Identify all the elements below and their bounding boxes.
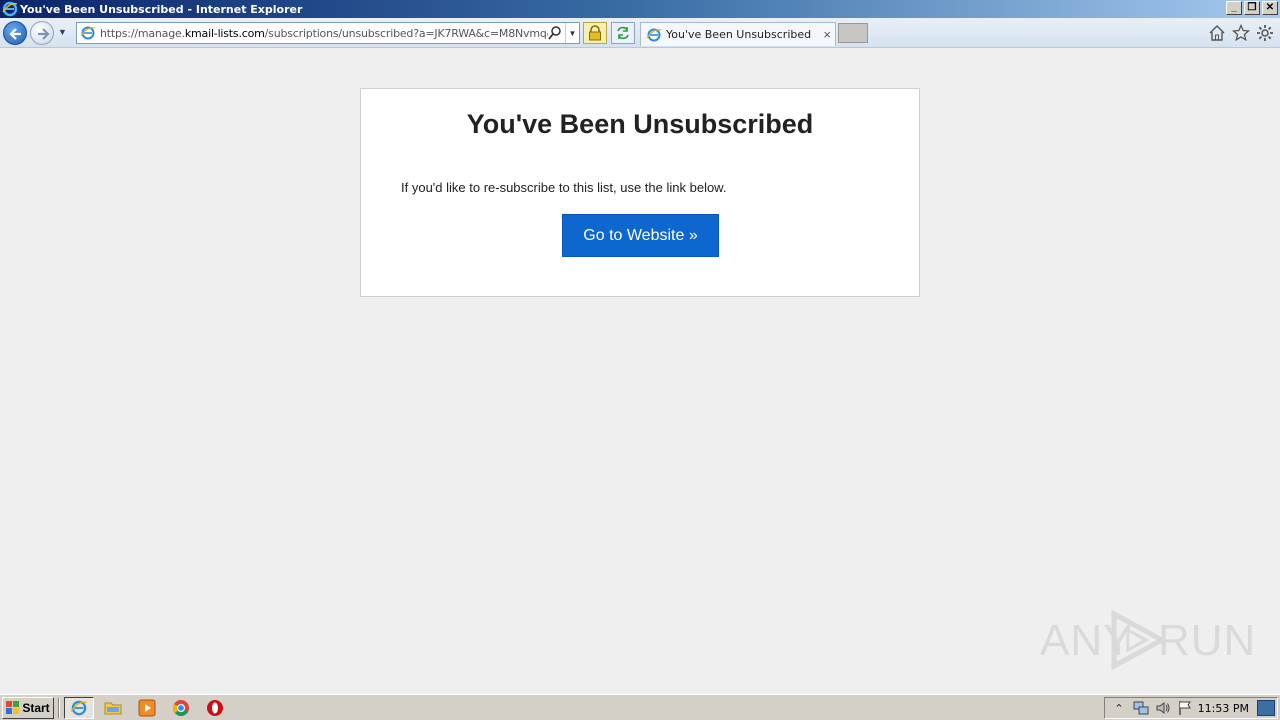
taskbar-ie-app[interactable] xyxy=(64,697,94,719)
window-title: You've Been Unsubscribed - Internet Expl… xyxy=(20,2,303,16)
folder-icon xyxy=(104,702,122,715)
security-lock-button[interactable] xyxy=(583,22,607,44)
windows-logo-icon xyxy=(6,701,20,714)
refresh-icon xyxy=(617,26,629,40)
network-icon[interactable] xyxy=(1133,700,1149,716)
url-prefix: https://manage. xyxy=(100,26,185,40)
lock-icon xyxy=(589,25,601,41)
window-controls: _ ❐ ✕ xyxy=(1226,1,1278,15)
opera-icon xyxy=(207,700,223,716)
address-bar[interactable]: https://manage.kmail-lists.com/subscript… xyxy=(76,22,580,44)
forward-arrow-icon xyxy=(38,28,50,40)
tab-ie-icon xyxy=(646,28,662,41)
back-button[interactable] xyxy=(3,21,27,45)
url-domain: kmail-lists.com xyxy=(184,26,265,40)
taskbar-clock[interactable]: 11:53 PM xyxy=(1198,702,1249,715)
settings-gear-icon[interactable] xyxy=(1256,24,1274,42)
show-hidden-icons-icon[interactable]: ⌃ xyxy=(1111,700,1127,716)
unsubscribe-card: You've Been Unsubscribed If you'd like t… xyxy=(360,88,920,297)
taskbar: Start ⌃ 11:53 PM xyxy=(0,694,1280,720)
taskbar-chrome-app[interactable] xyxy=(166,697,196,719)
start-label: Start xyxy=(22,701,50,715)
browser-tab[interactable]: You've Been Unsubscribed × xyxy=(640,22,836,46)
go-to-website-button[interactable]: Go to Website » xyxy=(562,214,719,257)
ie-page-icon xyxy=(80,26,96,40)
close-window-button[interactable]: ✕ xyxy=(1262,1,1278,15)
taskbar-opera-app[interactable] xyxy=(200,697,230,719)
navigation-bar: ▼ https://manage.kmail-lists.com/subscri… xyxy=(0,18,1280,48)
favorites-star-icon[interactable] xyxy=(1232,24,1250,42)
taskbar-media-player-app[interactable] xyxy=(132,697,162,719)
system-tray: ⌃ 11:53 PM xyxy=(1104,697,1278,719)
ie-taskbar-icon xyxy=(70,700,88,716)
home-icon[interactable] xyxy=(1208,24,1226,42)
show-desktop-button[interactable] xyxy=(1257,700,1275,716)
media-player-icon xyxy=(138,699,156,717)
url-text[interactable]: https://manage.kmail-lists.com/subscript… xyxy=(100,27,548,40)
volume-icon[interactable] xyxy=(1155,700,1171,716)
history-dropdown-icon[interactable]: ▼ xyxy=(58,27,67,37)
chrome-icon xyxy=(173,700,189,716)
new-tab-button[interactable] xyxy=(838,23,868,43)
tab-title: You've Been Unsubscribed xyxy=(666,28,812,41)
toolbar-icons xyxy=(1208,24,1274,42)
taskbar-separator xyxy=(58,698,60,718)
url-path: /subscriptions/unsubscribed?a=JK7RWA&c=M… xyxy=(264,26,548,40)
address-dropdown-icon[interactable]: ▼ xyxy=(565,23,579,43)
window-titlebar: You've Been Unsubscribed - Internet Expl… xyxy=(0,0,1280,18)
refresh-button[interactable] xyxy=(611,22,635,44)
anyrun-watermark: ANY RUN xyxy=(1040,608,1255,670)
forward-button[interactable] xyxy=(30,21,54,45)
restore-button[interactable]: ❐ xyxy=(1244,1,1260,15)
resubscribe-message: If you'd like to re-subscribe to this li… xyxy=(401,180,727,195)
minimize-button[interactable]: _ xyxy=(1226,1,1242,15)
ie-logo-icon xyxy=(2,1,18,17)
page-heading: You've Been Unsubscribed xyxy=(466,109,814,139)
watermark-text-right: RUN xyxy=(1158,616,1257,665)
action-center-flag-icon[interactable] xyxy=(1177,700,1193,716)
start-button[interactable]: Start xyxy=(2,697,54,719)
back-arrow-icon xyxy=(9,28,21,40)
search-icon[interactable] xyxy=(547,25,563,41)
close-tab-icon[interactable]: × xyxy=(823,27,831,42)
taskbar-explorer-app[interactable] xyxy=(98,697,128,719)
